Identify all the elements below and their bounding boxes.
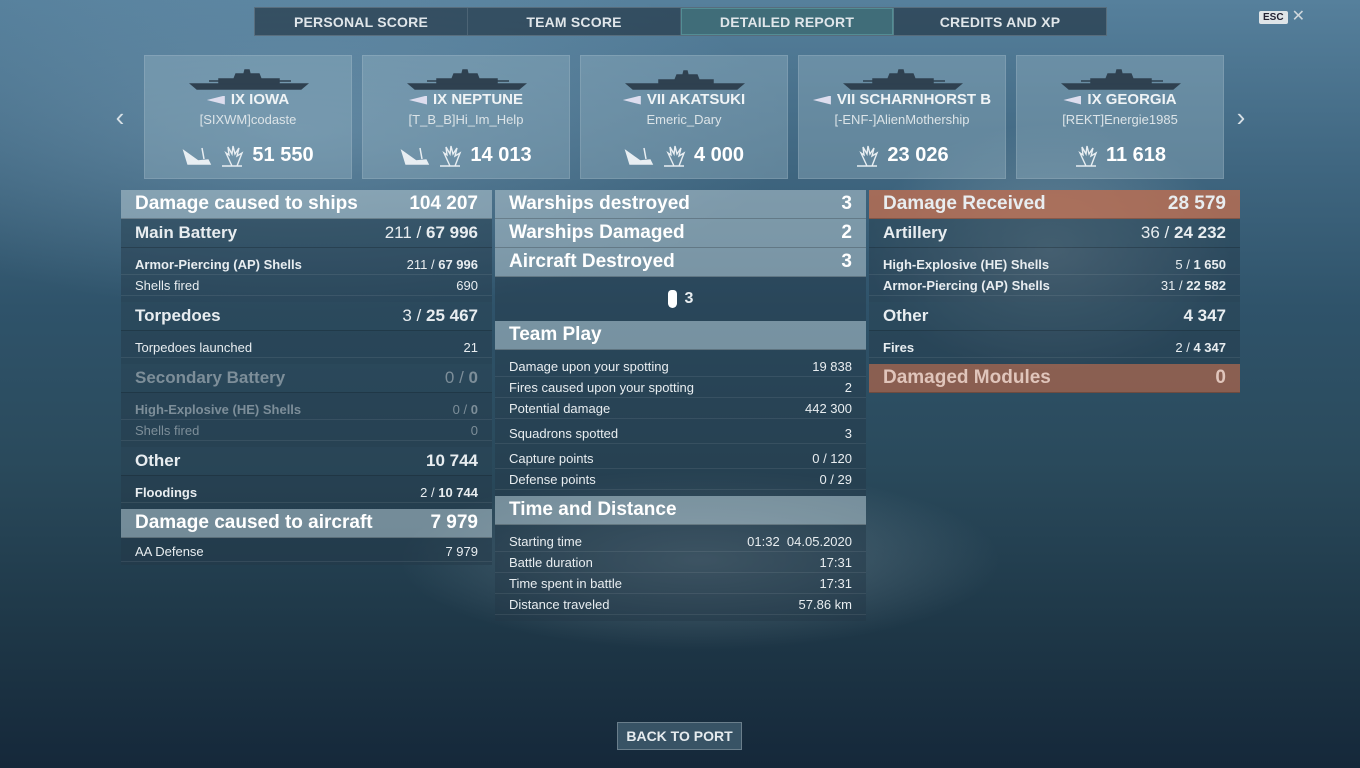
- damage-explosion-icon: [222, 145, 244, 167]
- damage-dealt-panel: Damage caused to ships 104 207 Main Batte…: [121, 190, 492, 565]
- player-name: [SIXWM]codaste: [199, 112, 297, 127]
- class-icon: [812, 95, 831, 105]
- artillery-header: Artillery 36 / 24 232: [869, 219, 1240, 248]
- damage-explosion-icon: [1075, 145, 1098, 167]
- value: 211 / 67 996: [384, 223, 478, 242]
- ship-card[interactable]: VII SCHARNHORST B [-ENF-]AlienMothership…: [798, 55, 1006, 179]
- destroyed-icon: [401, 147, 430, 165]
- bomb-count: 3: [684, 290, 694, 307]
- ship-name: IX IOWA: [230, 91, 290, 108]
- player-name: [REKT]Energie1985: [1062, 112, 1178, 127]
- ribbon-cards: IX IOWA [SIXWM]codaste 51 550 IX NEPTUNE…: [144, 55, 1224, 179]
- report-tabs: PERSONAL SCORE TEAM SCORE DETAILED REPOR…: [254, 7, 1107, 36]
- damage-value: 14 013: [470, 144, 532, 166]
- player-name: Emeric_Dary: [646, 112, 722, 127]
- damage-value: 51 550: [252, 144, 314, 166]
- destroyer-icon: [625, 70, 745, 90]
- floodings-row: Floodings 2 / 10 744: [121, 482, 492, 503]
- damage-explosion-icon: [857, 145, 879, 167]
- ship-name: IX GEORGIA: [1087, 91, 1177, 108]
- main-battery-header: Main Battery 211 / 67 996: [121, 219, 492, 248]
- other-header: Other 10 744: [121, 447, 492, 476]
- ship-card[interactable]: IX IOWA [SIXWM]codaste 51 550: [144, 55, 352, 179]
- class-icon: [622, 95, 641, 105]
- damage-received-panel: Damage Received 28 579 Artillery 36 / 24 2…: [869, 190, 1240, 393]
- torpedoes-launched-row: Torpedoes launched 21: [121, 337, 492, 358]
- received-ap-row: Armor-Piercing (AP) Shells 31 / 22 582: [869, 275, 1240, 296]
- damage-explosion-icon: [440, 145, 462, 167]
- team-play-row: Fires caused upon your spotting 2: [495, 377, 866, 398]
- tab-credits-and-xp[interactable]: CREDITS AND XP: [894, 8, 1106, 35]
- damage-received-header: Damage Received 28 579: [869, 190, 1240, 219]
- tab-personal-score[interactable]: PERSONAL SCORE: [255, 8, 468, 35]
- shells-fired-row: Shells fired 690: [121, 275, 492, 296]
- prev-ship-arrow-icon[interactable]: ‹: [110, 102, 130, 132]
- tab-detailed-report[interactable]: DETAILED REPORT: [681, 8, 894, 35]
- secondary-he-row: High-Explosive (HE) Shells 0 / 0: [121, 399, 492, 420]
- bomb-icon: [667, 290, 677, 308]
- team-play-row: Defense points 0 / 29: [495, 469, 866, 490]
- received-other-header: Other 4 347: [869, 302, 1240, 331]
- class-icon: [206, 95, 225, 105]
- destroyed-icon: [624, 147, 654, 165]
- team-play-row: Potential damage 442 300: [495, 398, 866, 419]
- class-icon: [408, 95, 427, 105]
- ship-name: IX NEPTUNE: [432, 91, 523, 108]
- achievements-panel: Warships destroyed 3 Warships Damaged 2 Ai…: [495, 190, 866, 621]
- bomb-counter: 3: [495, 277, 866, 321]
- aircraft-destroyed-header: Aircraft Destroyed 3: [495, 248, 866, 277]
- time-row: Battle duration 17:31: [495, 552, 866, 573]
- ship-card[interactable]: IX GEORGIA [REKT]Energie1985 11 618: [1016, 55, 1224, 179]
- damage-to-aircraft-header: Damage caused to aircraft 7 979: [121, 509, 492, 538]
- damage-to-ships-header: Damage caused to ships 104 207: [121, 190, 492, 219]
- tab-team-score[interactable]: TEAM SCORE: [468, 8, 681, 35]
- team-play-row: Capture points 0 / 120: [495, 448, 866, 469]
- damage-value: 11 618: [1105, 144, 1167, 166]
- ship-name: VII AKATSUKI: [646, 91, 746, 108]
- time-row: Distance traveled 57.86 km: [495, 594, 866, 615]
- battleship-icon: [407, 69, 527, 90]
- warships-damaged-header: Warships Damaged 2: [495, 219, 866, 248]
- time-distance-header: Time and Distance: [495, 496, 866, 525]
- ship-card[interactable]: IX NEPTUNE [T_B_B]Hi_Im_Help 14 013: [362, 55, 570, 179]
- time-row: Starting time 01:32 04.05.2020: [495, 531, 866, 552]
- fires-row: Fires 2 / 4 347: [869, 337, 1240, 358]
- secondary-shells-row: Shells fired 0: [121, 420, 492, 441]
- value: 104 207: [409, 193, 478, 214]
- secondary-battery-header: Secondary Battery 0 / 0: [121, 364, 492, 393]
- damage-value: 4 000: [693, 144, 745, 166]
- ap-shells-row: Armor-Piercing (AP) Shells 211 / 67 996: [121, 254, 492, 275]
- warships-destroyed-header: Warships destroyed 3: [495, 190, 866, 219]
- label: Main Battery: [135, 223, 238, 242]
- back-to-port-button[interactable]: BACK TO PORT: [617, 722, 742, 750]
- team-play-header: Team Play: [495, 321, 866, 350]
- damage-value: 23 026: [887, 144, 949, 166]
- ship-card[interactable]: VII AKATSUKI Emeric_Dary 4 000: [580, 55, 788, 179]
- class-icon: [1063, 95, 1082, 105]
- next-ship-arrow-icon[interactable]: ›: [1231, 102, 1251, 132]
- battleship-icon: [1061, 69, 1181, 90]
- received-he-row: High-Explosive (HE) Shells 5 / 1 650: [869, 254, 1240, 275]
- team-play-row: Damage upon your spotting 19 838: [495, 356, 866, 377]
- torpedoes-header: Torpedoes 3 / 25 467: [121, 302, 492, 331]
- battleship-icon: [189, 69, 309, 90]
- close-icon: ✕: [1291, 8, 1305, 25]
- player-name: [T_B_B]Hi_Im_Help: [408, 112, 524, 127]
- destroyed-icon: [183, 147, 212, 165]
- team-play-row: Squadrons spotted 3: [495, 423, 866, 444]
- ship-name: VII SCHARNHORST B: [836, 91, 992, 108]
- player-name: [-ENF-]AlienMothership: [834, 112, 970, 127]
- esc-key-label: ESC: [1259, 10, 1288, 24]
- time-row: Time spent in battle 17:31: [495, 573, 866, 594]
- label: Damage caused to ships: [135, 193, 358, 214]
- battleship-icon: [843, 69, 963, 90]
- aa-defense-row: AA Defense 7 979: [121, 541, 492, 562]
- damage-explosion-icon: [663, 145, 686, 167]
- close-button[interactable]: ESC ✕: [1259, 8, 1305, 25]
- damaged-modules-header: Damaged Modules 0: [869, 364, 1240, 393]
